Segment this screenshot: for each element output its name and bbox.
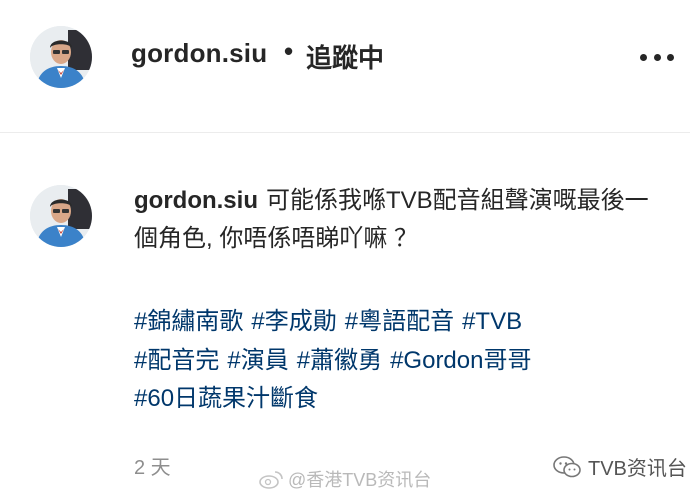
avatar[interactable] (30, 26, 92, 88)
hashtag-link[interactable]: #60日蔬果汁斷食 (134, 385, 318, 412)
caption-username[interactable]: gordon.siu (134, 187, 258, 214)
timestamp: 2 天 (134, 457, 171, 479)
weibo-watermark-text: @香港TVB资讯台 (288, 470, 432, 490)
hashtag-link[interactable]: #演員 (227, 347, 288, 374)
wechat-watermark: TVB资讯台 (552, 452, 687, 481)
wechat-watermark-text: TVB资讯台 (588, 458, 687, 480)
hashtag-link[interactable]: #粵語配音 (345, 308, 454, 335)
wechat-icon (553, 455, 581, 477)
hashtag-link[interactable]: #李成勛 (251, 308, 336, 335)
weibo-watermark: @香港TVB资讯台 (258, 466, 431, 492)
hashtag-link[interactable]: #TVB (462, 308, 522, 335)
separator-dot: • (284, 36, 294, 66)
caption: gordon.siu 可能係我喺TVB配音組聲演嘅最後一個角色, 你唔係唔睇吖嘛 … (134, 182, 654, 258)
more-horizontal-icon[interactable] (640, 50, 674, 64)
hashtag-link[interactable]: #錦繡南歌 (134, 308, 243, 335)
hashtag-link[interactable]: #配音完 (134, 347, 219, 374)
header-username[interactable]: gordon.siu (131, 38, 267, 69)
weibo-icon (259, 471, 283, 489)
post-header: gordon.siu • 追蹤中 (0, 0, 690, 133)
comment-avatar[interactable] (30, 185, 92, 247)
hashtag-list: #錦繡南歌 #李成勛 #粵語配音 #TVB #配音完 #演員 #蕭徽勇 #Gordon哥哥 #6… (134, 303, 654, 419)
hashtag-link[interactable]: #蕭徽勇 (297, 347, 382, 374)
follow-status-button[interactable]: 追蹤中 (306, 38, 384, 75)
avatar-image (30, 26, 92, 88)
hashtag-link[interactable]: #Gordon哥哥 (390, 347, 531, 374)
avatar-image (30, 185, 92, 247)
